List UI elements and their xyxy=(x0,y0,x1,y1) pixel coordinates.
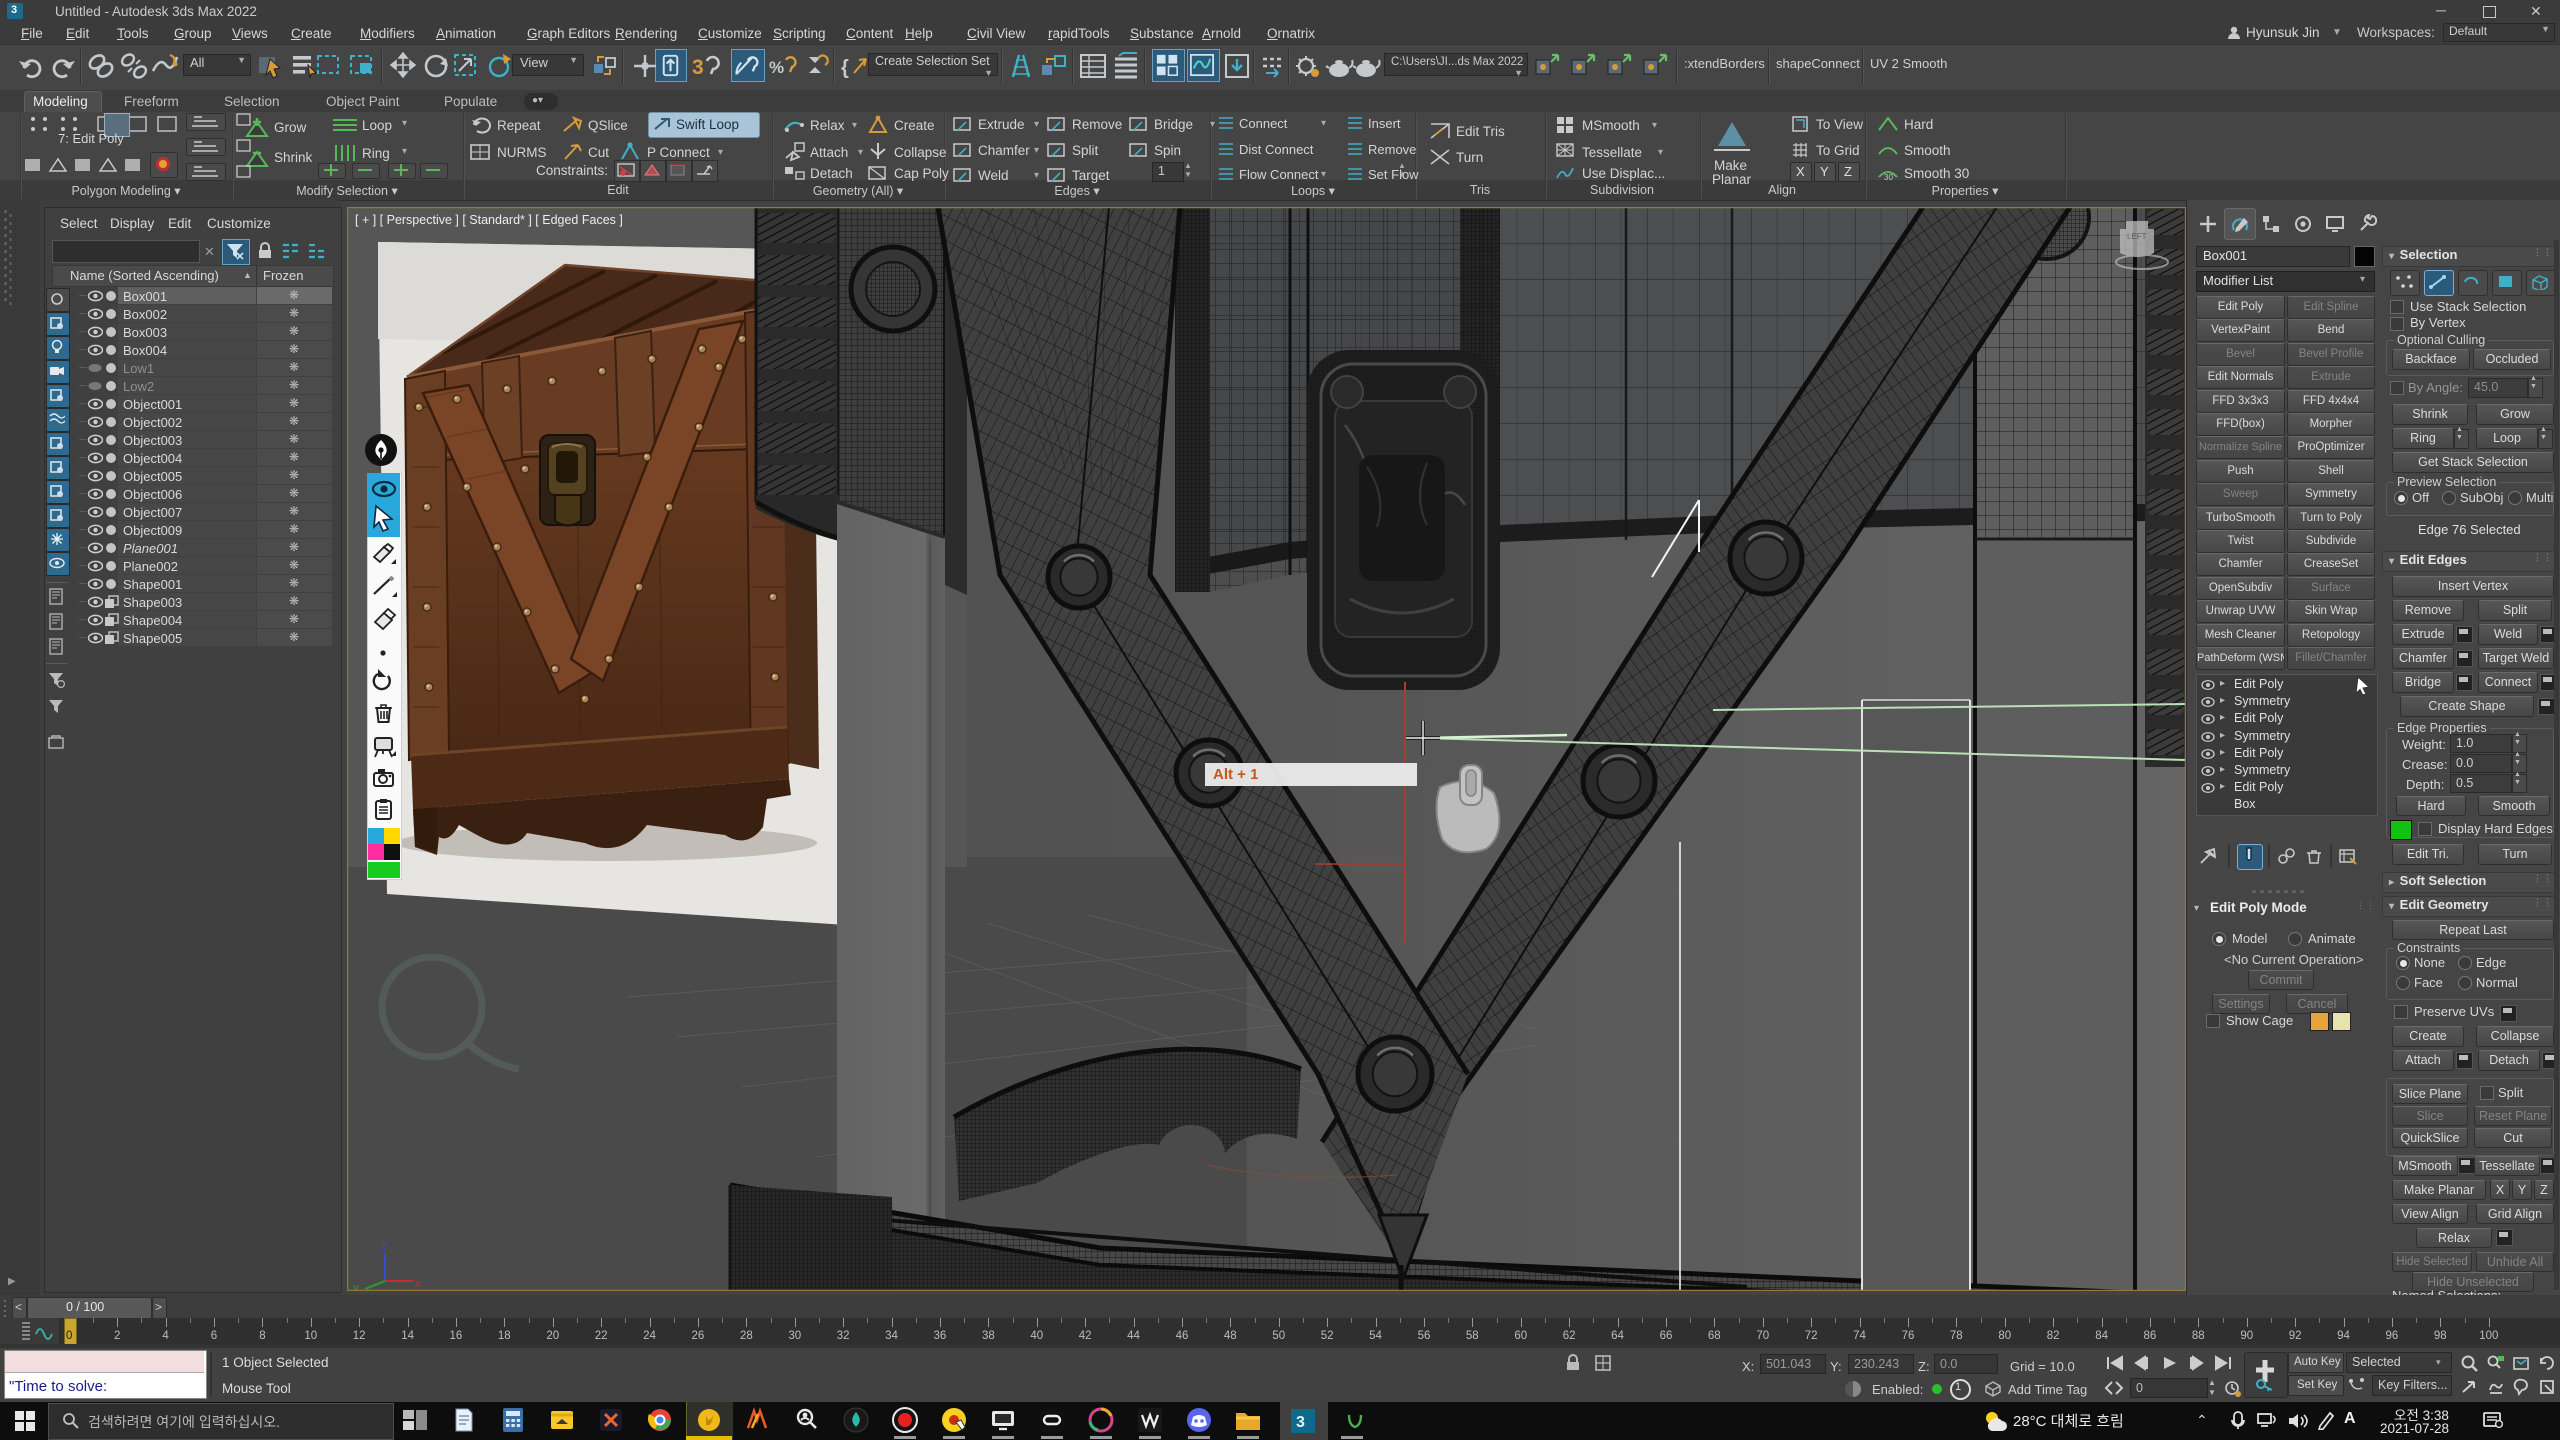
svg-text:%: % xyxy=(769,58,784,77)
svg-text:30: 30 xyxy=(1884,173,1893,182)
svg-text:{: { xyxy=(841,57,849,79)
svg-text:LEFT: LEFT xyxy=(2127,232,2147,241)
svg-text:y: y xyxy=(353,1282,359,1291)
svg-text:Alt + 1: Alt + 1 xyxy=(1213,766,1258,783)
svg-text:x: x xyxy=(415,1278,421,1290)
svg-text:3: 3 xyxy=(692,56,704,79)
svg-text:3: 3 xyxy=(1296,1414,1305,1431)
svg-text:[ + ] [ Perspective ] [ Standa: [ + ] [ Perspective ] [ Standard* ] [ Ed… xyxy=(355,213,623,227)
svg-text:z: z xyxy=(381,1240,387,1252)
